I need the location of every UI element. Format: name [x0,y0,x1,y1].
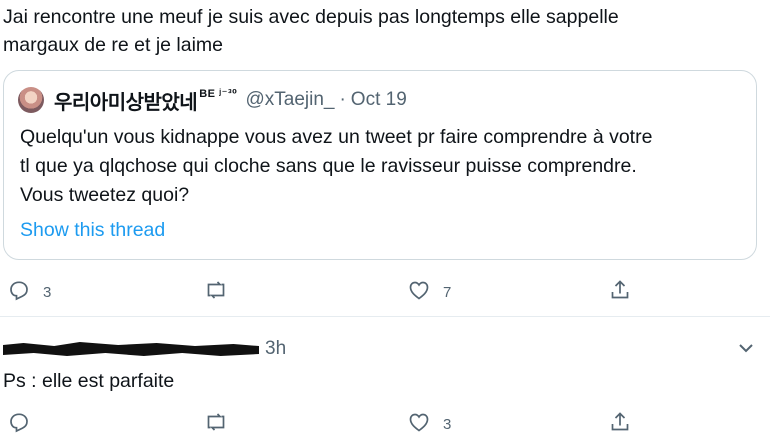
quoted-tweet-header: 우리아미상받았네 BE ʲ⁻³⁰ @xTaejin_ · Oct 19 [18,85,407,115]
retweet-button[interactable] [204,409,240,439]
retweet-icon [204,410,228,439]
show-thread-link[interactable]: Show this thread [20,219,165,242]
reply-icon [7,410,31,439]
separator-dot: · [339,89,346,110]
reply-action-bar: 3 [0,409,770,439]
more-options-button[interactable] [736,338,756,358]
quoted-tweet-card[interactable]: 우리아미상받았네 BE ʲ⁻³⁰ @xTaejin_ · Oct 19 Quel… [3,70,757,260]
like-button[interactable]: 3 [407,409,451,439]
quoted-date[interactable]: Oct 19 [351,89,407,111]
quoted-author-handle[interactable]: @xTaejin_ [245,89,334,111]
reply-text: Ps : elle est parfaite [3,370,175,392]
reply-time[interactable]: 3h [265,338,286,360]
quoted-author-name[interactable]: 우리아미상받았네 [54,86,198,115]
retweet-button[interactable] [204,277,240,307]
like-icon [407,278,431,307]
quoted-tweet-text: Quelqu'un vous kidnappe vous avez un twe… [20,126,653,206]
like-count: 3 [443,415,452,433]
reply-button[interactable] [7,409,43,439]
avatar[interactable] [18,87,44,113]
reply-button[interactable]: 3 [7,277,51,307]
chevron-down-icon [736,344,756,362]
reply-header: 3h [3,336,286,362]
like-icon [407,410,431,439]
like-button[interactable]: 7 [407,277,451,307]
reply-icon [7,278,31,307]
reply-count: 3 [43,283,52,301]
share-button[interactable] [608,277,632,307]
divider [0,316,770,317]
tweet-text: Jai rencontre une meuf je suis avec depu… [3,6,619,56]
retweet-icon [204,278,228,307]
like-count: 7 [443,283,452,301]
share-icon [608,410,632,439]
share-button[interactable] [608,409,632,439]
tweet-action-bar: 3 7 [0,277,770,307]
share-icon [608,278,632,307]
redacted-username [3,342,259,356]
quoted-author-badge: BE ʲ⁻³⁰ [199,87,238,100]
